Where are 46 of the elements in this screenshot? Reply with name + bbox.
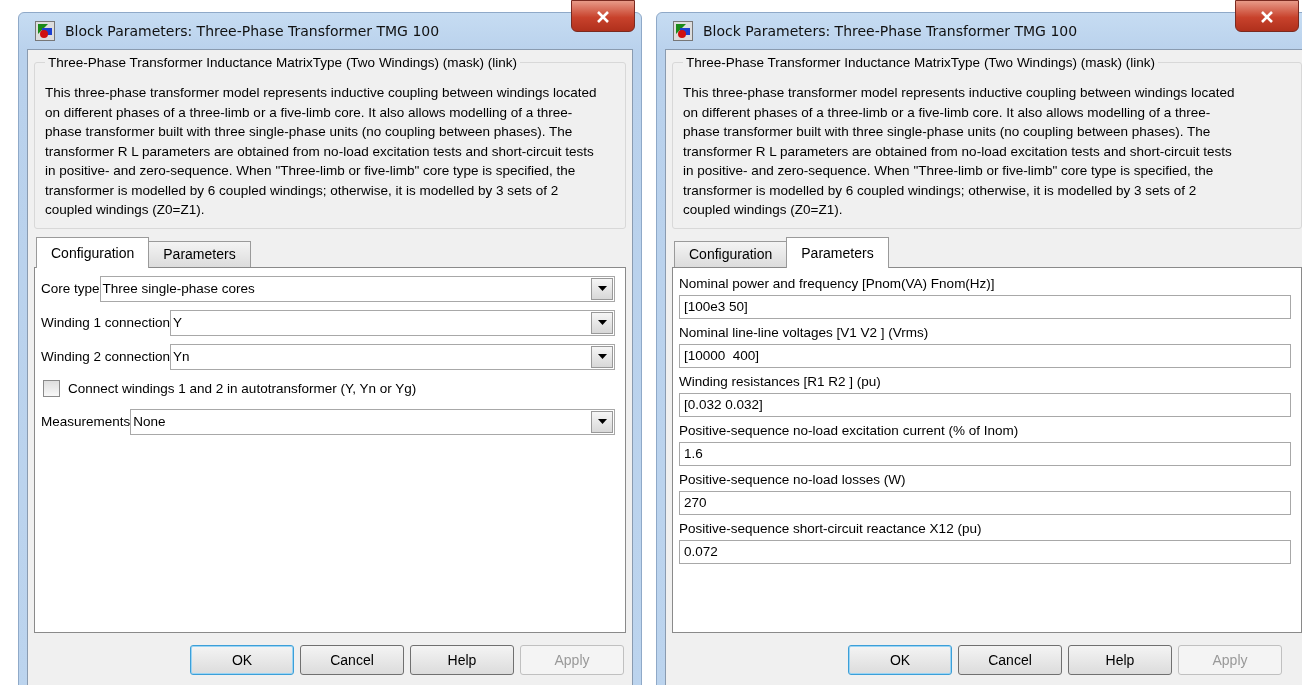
dialog-button[interactable]: Cancel — [958, 644, 1062, 675]
field-label: Positive-sequence no-load losses (W) — [679, 471, 907, 487]
input-field[interactable]: [10000 400] — [679, 343, 1291, 368]
dropdown[interactable]: None — [130, 408, 615, 435]
field-label: Positive-sequence short-circuit reactance X12 (pu) — [679, 520, 983, 536]
input-field[interactable]: 270 — [679, 490, 1291, 515]
dropdown[interactable]: Yn — [170, 343, 615, 370]
tab[interactable]: Parameters — [148, 240, 251, 267]
close-button[interactable] — [571, 0, 635, 32]
dialog-button[interactable]: OK — [190, 644, 294, 675]
field-label: Winding resistances [R1 R2 ] (pu) — [679, 373, 882, 389]
field-label: Nominal power and frequency [Pnom(VA) Fnom(Hz)] — [679, 275, 996, 291]
tab[interactable]: Configuration — [36, 236, 150, 268]
field-label: Core type — [41, 281, 100, 296]
field-label: Winding 2 connection — [41, 349, 171, 364]
input-field[interactable]: 1.6 — [679, 441, 1291, 466]
description-text: This three-phase transformer model represents inductive coupling between windings located on different phases of a three-limb or a five-limb core. It also allows modelling of a three-phase transformer built with three single-phase units (no coupling between phases). The transformer R L parameters are obtained from no-load excitation tests and short-circuit tests in positive- and zero-sequence. When "Three-limb or five-limb" core type is specified, the transformer is modelled by 6 coupled windings; otherwise, it is modelled by 3 sets of 2 coupled windings (Z0=Z1). — [45, 84, 598, 219]
field-label: Winding 1 connection — [41, 315, 171, 330]
dropdown-arrow-icon — [597, 320, 607, 325]
dialog-button[interactable]: Help — [1068, 644, 1172, 675]
close-icon — [596, 11, 610, 23]
input-field[interactable]: [0.032 0.032] — [679, 392, 1291, 417]
dropdown-arrow-icon — [597, 286, 607, 291]
field-label: Positive-sequence no-load excitation current (% of Inom) — [679, 422, 1020, 438]
tab[interactable]: Parameters — [786, 236, 889, 268]
dropdown[interactable]: Y — [170, 309, 615, 336]
window-title: Block Parameters: Three-Phase Transformer TMG 100 — [703, 23, 1078, 39]
dropdown-arrow-icon — [597, 419, 607, 424]
window-title: Block Parameters: Three-Phase Transformer TMG 100 — [65, 23, 440, 39]
field-label: Nominal line-line voltages [V1 V2 ] (Vrms) — [679, 324, 930, 340]
dialog-button[interactable]: Help — [410, 644, 514, 675]
tab[interactable]: Configuration — [674, 240, 788, 267]
dialog-button[interactable]: Cancel — [300, 644, 404, 675]
close-icon — [1260, 11, 1274, 23]
dropdown[interactable]: Three single-phase cores — [99, 275, 615, 302]
checkbox-label: Connect windings 1 and 2 in autotransformer (Y, Yn or Yg) — [68, 380, 417, 396]
dropdown-arrow-icon — [597, 354, 607, 359]
description-text: This three-phase transformer model represents inductive coupling between windings located on different phases of a three-limb or a five-limb core. It also allows modelling of a three-phase transformer built with three single-phase units (no coupling between phases). The transformer R L parameters are obtained from no-load excitation tests and short-circuit tests in positive- and zero-sequence. When "Three-limb or five-limb" core type is specified, the transformer is modelled by 6 coupled windings; otherwise, it is modelled by 3 sets of 2 coupled windings (Z0=Z1). — [683, 84, 1236, 219]
field-label: Measurements — [41, 414, 131, 429]
checkbox[interactable] — [43, 379, 60, 397]
block-icon — [673, 21, 693, 41]
block-icon — [35, 21, 55, 41]
dialog-button[interactable]: OK — [848, 644, 952, 675]
input-field[interactable]: [100e3 50] — [679, 294, 1291, 319]
input-field[interactable]: 0.072 — [679, 539, 1291, 564]
close-button[interactable] — [1235, 0, 1299, 32]
